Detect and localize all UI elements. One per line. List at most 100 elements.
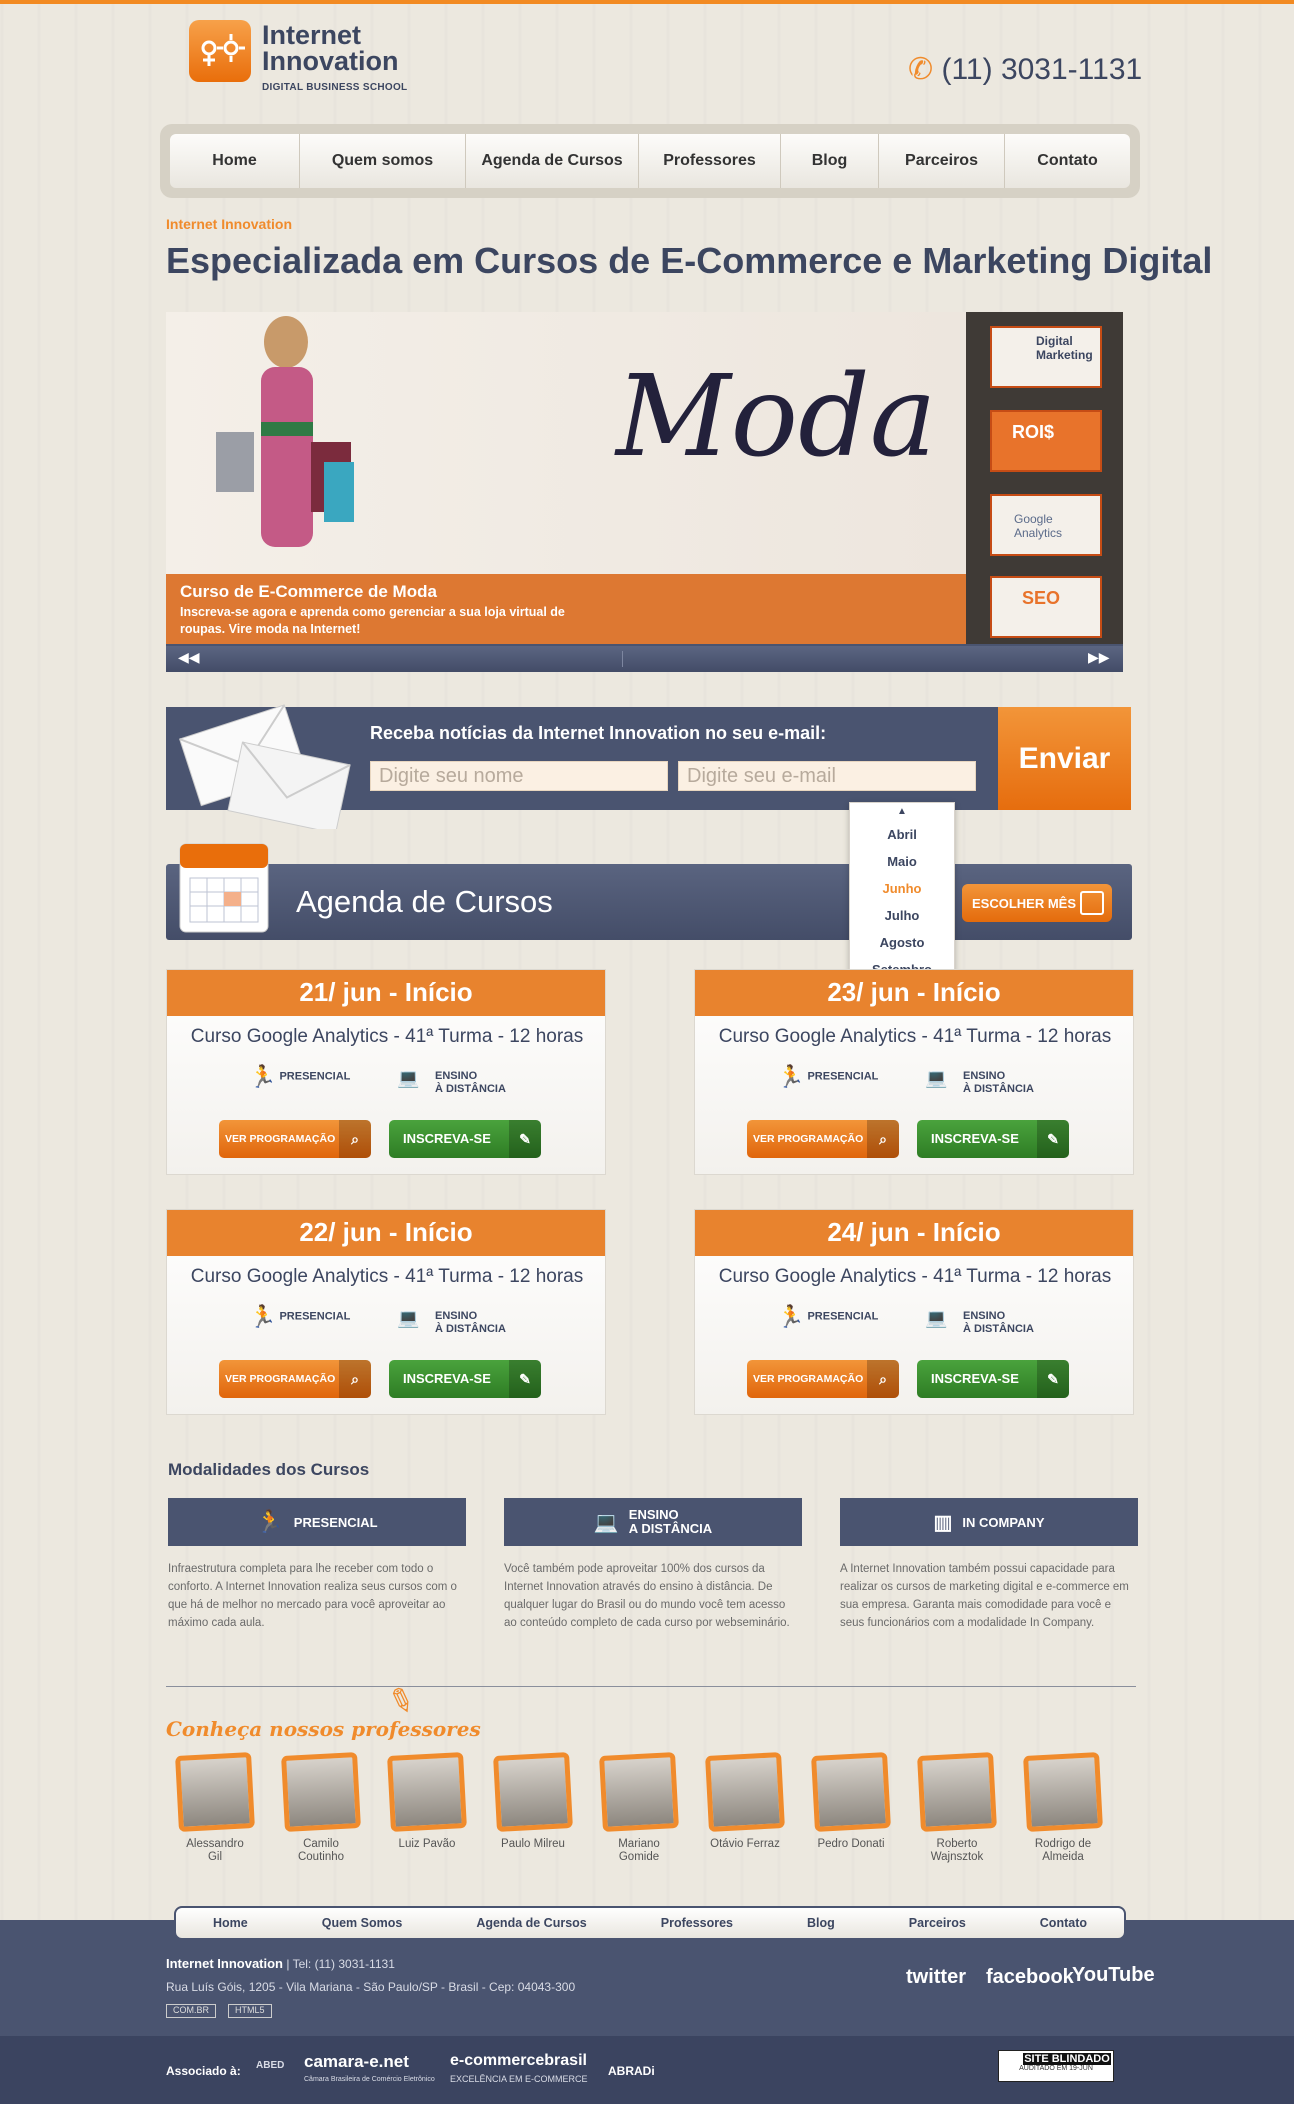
inscreva-se-label: INSCREVA-SE xyxy=(931,1131,1019,1146)
rewind-icon[interactable]: ◀◀ xyxy=(178,650,200,666)
thumb-seo[interactable]: SEO xyxy=(990,576,1102,638)
thumb-digital-marketing[interactable]: Digital Marketing xyxy=(990,326,1102,388)
site-blindado-seal[interactable]: SITE BLINDADO AUDITADO EM 19-JUN xyxy=(998,2050,1114,2082)
slide-caption-title[interactable]: Curso de E-Commerce de Moda xyxy=(180,582,437,602)
inscreva-se-button[interactable]: INSCREVA-SE ✎ xyxy=(917,1120,1069,1158)
choose-month-button[interactable]: ESCOLHER MÊS xyxy=(962,884,1112,922)
person-running-icon: 🏃 xyxy=(249,1064,277,1089)
ver-programacao-button[interactable]: VER PROGRAMAÇÃO ⌕ xyxy=(219,1360,371,1398)
nav-contato[interactable]: Contato xyxy=(1005,134,1130,188)
search-icon: ⌕ xyxy=(339,1120,371,1158)
logo-tagline: DIGITAL BUSINESS SCHOOL xyxy=(262,82,408,93)
professor-card[interactable]: Roberto Wajnsztok xyxy=(904,1752,1010,1864)
twitter-link[interactable]: twitter xyxy=(906,1966,966,1989)
youtube-link[interactable]: YouTube xyxy=(1072,1964,1155,1987)
professor-name: Luiz Pavão xyxy=(398,1838,456,1850)
seal-title: SITE BLINDADO xyxy=(1023,2053,1111,2065)
badge-html5[interactable]: HTML5 xyxy=(228,2004,272,2018)
envelope-icon xyxy=(179,704,351,829)
footer-nav-home[interactable]: Home xyxy=(213,1916,248,1930)
inscreva-se-button[interactable]: INSCREVA-SE ✎ xyxy=(389,1360,541,1398)
course-title[interactable]: Curso Google Analytics - 41ª Turma - 12 … xyxy=(695,1266,1135,1288)
nav-home[interactable]: Home xyxy=(170,134,300,188)
inscreva-se-button[interactable]: INSCREVA-SE ✎ xyxy=(389,1120,541,1158)
laptop-icon: 💻 xyxy=(397,1308,420,1328)
pencil-icon: ✎ xyxy=(509,1360,541,1398)
course-card: 24/ jun - Início Curso Google Analytics … xyxy=(694,1209,1134,1415)
month-option[interactable]: Agosto xyxy=(850,929,954,956)
thumb-google-analytics[interactable]: Google Analytics xyxy=(990,494,1102,556)
assoc-camara[interactable]: camara-e.net xyxy=(304,2052,409,2072)
email-input[interactable]: Digite seu e-mail xyxy=(678,761,976,791)
month-option[interactable]: Abril xyxy=(850,821,954,848)
professor-card[interactable]: Otávio Ferraz xyxy=(692,1752,798,1851)
footer-nav-agenda[interactable]: Agenda de Cursos xyxy=(476,1916,586,1930)
mode-presencial-label: PRESENCIAL xyxy=(807,1310,879,1323)
slide-image[interactable]: Moda xyxy=(166,312,966,574)
professor-card[interactable]: Camilo Coutinho xyxy=(268,1752,374,1864)
course-title[interactable]: Curso Google Analytics - 41ª Turma - 12 … xyxy=(167,1266,607,1288)
course-date: 21/ jun - Início xyxy=(167,970,605,1016)
assoc-abradi[interactable]: ABRADi xyxy=(608,2064,655,2078)
thumb-roi[interactable]: ROI$ xyxy=(990,410,1102,472)
professor-card[interactable]: Rodrigo de Almeida xyxy=(1010,1752,1116,1864)
chevron-up-icon[interactable]: ▲ xyxy=(850,803,954,821)
phone-text: (11) 3031-1131 xyxy=(941,53,1143,86)
modalidade-in-company[interactable]: ▥ IN COMPANY xyxy=(840,1498,1138,1546)
assoc-ecommercebrasil[interactable]: e-commercebrasil xyxy=(450,2052,587,2070)
professor-card[interactable]: Pedro Donati xyxy=(798,1752,904,1851)
logo-icon[interactable] xyxy=(189,20,251,82)
modalidade-presencial[interactable]: 🏃 PRESENCIAL xyxy=(168,1498,466,1546)
course-card: 21/ jun - Início Curso Google Analytics … xyxy=(166,969,606,1175)
fast-forward-icon[interactable]: ▶▶ xyxy=(1088,650,1110,666)
modalidade-ead[interactable]: 💻 ENSINO A DISTÂNCIA xyxy=(504,1498,802,1546)
course-date: 23/ jun - Início xyxy=(695,970,1133,1016)
associado-label: Associado à: xyxy=(166,2064,241,2078)
slide-caption-text: Inscreva-se agora e aprenda como gerenci… xyxy=(180,605,565,636)
professor-card[interactable]: Alessandro Gil xyxy=(162,1752,268,1864)
laptop-icon: 💻 xyxy=(397,1068,420,1088)
inscreva-se-button[interactable]: INSCREVA-SE ✎ xyxy=(917,1360,1069,1398)
nav-blog[interactable]: Blog xyxy=(781,134,879,188)
footer-nav-parceiros[interactable]: Parceiros xyxy=(909,1916,966,1930)
name-input[interactable]: Digite seu nome xyxy=(370,761,668,791)
professor-card[interactable]: Mariano Gomide xyxy=(586,1752,692,1864)
footer-nav-quem-somos[interactable]: Quem Somos xyxy=(322,1916,403,1930)
nav-quem-somos[interactable]: Quem somos xyxy=(300,134,466,188)
badge-combr[interactable]: COM.BR xyxy=(166,2004,216,2018)
ver-programacao-button[interactable]: VER PROGRAMAÇÃO ⌕ xyxy=(219,1120,371,1158)
month-option[interactable]: Julho xyxy=(850,902,954,929)
footer-nav-blog[interactable]: Blog xyxy=(807,1916,835,1930)
ver-programacao-button[interactable]: VER PROGRAMAÇÃO ⌕ xyxy=(747,1360,899,1398)
month-option-selected[interactable]: Junho xyxy=(850,875,954,902)
ver-programacao-label: VER PROGRAMAÇÃO xyxy=(225,1373,336,1385)
modalidade-label: ENSINO A DISTÂNCIA xyxy=(629,1508,712,1536)
professores-title: Conheça nossos professores xyxy=(166,1717,481,1741)
laptop-icon: 💻 xyxy=(925,1068,948,1088)
course-title[interactable]: Curso Google Analytics - 41ª Turma - 12 … xyxy=(695,1026,1135,1048)
page-title: Especializada em Cursos de E-Commerce e … xyxy=(166,240,1213,281)
month-option[interactable]: Maio xyxy=(850,848,954,875)
nav-professores[interactable]: Professores xyxy=(639,134,781,188)
slide-word: Moda xyxy=(616,352,937,482)
send-button[interactable]: Enviar xyxy=(998,707,1131,810)
logo-line-2: Innovation xyxy=(262,46,399,76)
nav-agenda[interactable]: Agenda de Cursos xyxy=(466,134,639,188)
mode-presencial-label: PRESENCIAL xyxy=(279,1310,351,1323)
phone-icon: ✆ xyxy=(908,53,934,86)
professor-card[interactable]: Luiz Pavão xyxy=(374,1752,480,1851)
professor-card[interactable]: Paulo Milreu xyxy=(480,1752,586,1851)
footer-nav-contato[interactable]: Contato xyxy=(1040,1916,1087,1930)
assoc-abed[interactable]: ABED xyxy=(256,2060,284,2071)
course-title[interactable]: Curso Google Analytics - 41ª Turma - 12 … xyxy=(167,1026,607,1048)
person-running-icon: 🏃 xyxy=(249,1304,277,1329)
course-date: 24/ jun - Início xyxy=(695,1210,1133,1256)
footer-nav-professores[interactable]: Professores xyxy=(661,1916,733,1930)
logo-text[interactable]: Internet Innovation xyxy=(262,22,399,76)
main-nav: Home Quem somos Agenda de Cursos Profess… xyxy=(160,124,1140,198)
avatar xyxy=(175,1752,255,1832)
nav-parceiros[interactable]: Parceiros xyxy=(879,134,1005,188)
slider-thumbnails: Digital Marketing ROI$ Google Analytics … xyxy=(966,312,1123,644)
ver-programacao-button[interactable]: VER PROGRAMAÇÃO ⌕ xyxy=(747,1120,899,1158)
facebook-link[interactable]: facebook xyxy=(986,1966,1074,1989)
